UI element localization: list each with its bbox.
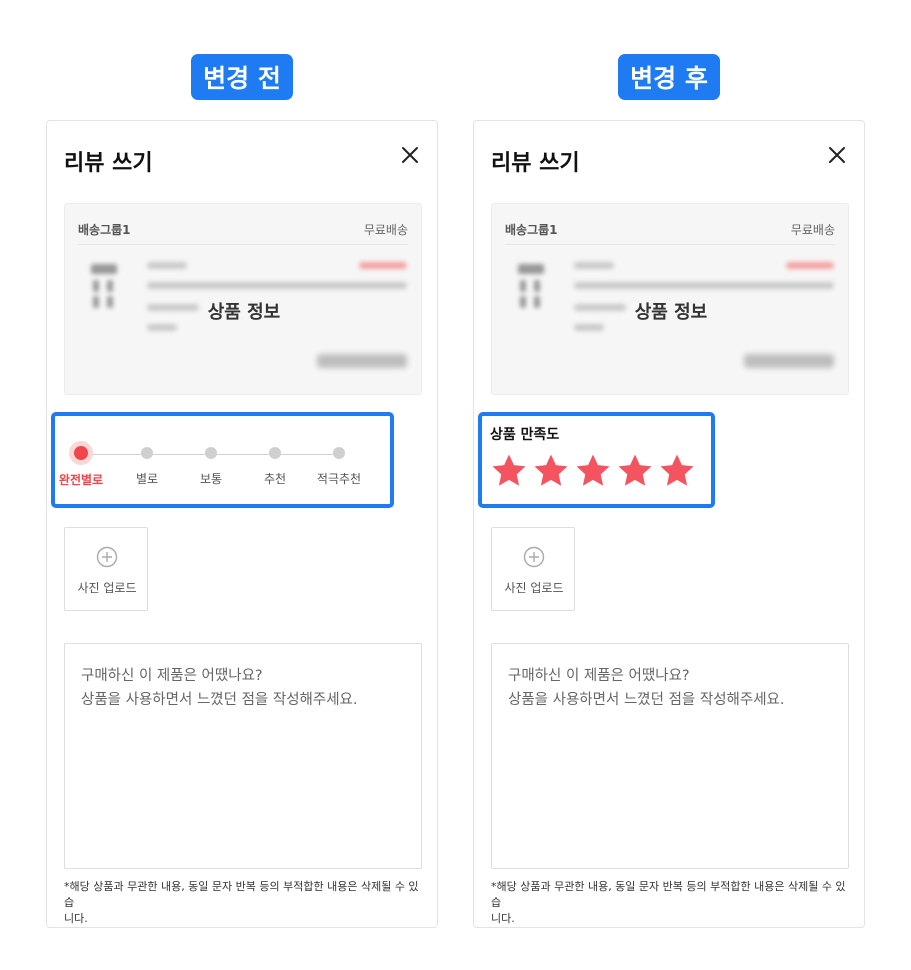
shipping-group: 배송그룹1 [505,223,558,237]
placeholder-line-1: 구매하신 이 제품은 어땠나요? [81,668,263,684]
shipping-type: 무료배송 [363,223,408,237]
rating-scale-highlight: 완전별로 별로 보통 추천 적극추천 [51,412,394,508]
rating-label: 보통 [199,472,223,486]
placeholder-line-2: 상품을 사용하면서 느꼈던 점을 작성해주세요. [508,692,785,708]
product-info-card: 배송그룹1 무료배송 상품 정보 [64,203,422,395]
product-info-label: 상품 정보 [207,302,281,323]
star-icon[interactable] [490,452,528,490]
rating-dot [141,447,153,459]
before-label: 변경 전 [191,54,293,100]
photo-upload-button[interactable]: 사진 업로드 [491,527,575,611]
review-textarea[interactable]: 구매하신 이 제품은 어땠나요? 상품을 사용하면서 느꼈던 점을 작성해주세요… [64,643,422,869]
policy-note: *해당 상품과 무관한 내용, 동일 문자 반복 등의 부적합한 내용은 삭제될… [491,879,851,927]
review-modal-before: 리뷰 쓰기 배송그룹1 무료배송 상품 정보 완전별로 별로 보통 추천 적극추… [46,120,438,928]
upload-label: 사진 업로드 [77,581,137,595]
star-rating [490,452,696,490]
satisfaction-title: 상품 만족도 [490,427,560,443]
rating-option-1[interactable]: 완전별로 [49,446,113,488]
star-icon[interactable] [616,452,654,490]
shipping-type: 무료배송 [790,223,835,237]
modal-title: 리뷰 쓰기 [491,151,580,176]
satisfaction-highlight: 상품 만족도 [478,412,715,508]
product-info-card: 배송그룹1 무료배송 상품 정보 [491,203,849,395]
star-icon[interactable] [574,452,612,490]
blurred-text [574,324,604,331]
blurred-price [317,354,407,368]
review-modal-after: 리뷰 쓰기 배송그룹1 무료배송 상품 정보 상품 만족도 사진 업로드 구매하… [473,120,865,928]
plus-circle-icon [523,546,545,568]
star-icon[interactable] [532,452,570,490]
placeholder-line-1: 구매하신 이 제품은 어땠나요? [508,668,690,684]
rating-dot [205,447,217,459]
rating-label: 추천 [263,472,287,486]
rating-option-2[interactable]: 별로 [115,447,179,487]
blurred-text [574,282,834,289]
blurred-text [359,262,407,269]
placeholder-line-2: 상품을 사용하면서 느꼈던 점을 작성해주세요. [81,692,358,708]
product-info-label: 상품 정보 [634,302,708,323]
divider [78,244,408,245]
blurred-text [786,262,834,269]
rating-option-5[interactable]: 적극추천 [307,447,371,487]
policy-note-line-1: *해당 상품과 무관한 내용, 동일 문자 반복 등의 부적합한 내용은 삭제될… [491,880,846,909]
plus-circle-icon [96,546,118,568]
rating-option-4[interactable]: 추천 [243,447,307,487]
policy-note-line-2: 니다. [64,912,88,925]
policy-note-line-1: *해당 상품과 무관한 내용, 동일 문자 반복 등의 부적합한 내용은 삭제될… [64,880,419,909]
review-textarea[interactable]: 구매하신 이 제품은 어땠나요? 상품을 사용하면서 느꼈던 점을 작성해주세요… [491,643,849,869]
policy-note-line-2: 니다. [491,912,515,925]
shipping-group: 배송그룹1 [78,223,131,237]
blurred-price [744,354,834,368]
blurred-text [147,282,407,289]
rating-option-3[interactable]: 보통 [179,447,243,487]
close-icon[interactable] [400,145,420,165]
rating-label: 완전별로 [58,473,104,487]
modal-title: 리뷰 쓰기 [64,151,153,176]
blurred-text [147,262,187,269]
rating-dot [269,447,281,459]
after-label: 변경 후 [618,54,720,100]
blurred-text [147,324,177,331]
close-icon[interactable] [827,145,847,165]
photo-upload-button[interactable]: 사진 업로드 [64,527,148,611]
rating-dot-selected [74,446,88,460]
policy-note: *해당 상품과 무관한 내용, 동일 문자 반복 등의 부적합한 내용은 삭제될… [64,879,424,927]
upload-label: 사진 업로드 [504,581,564,595]
rating-dot [333,447,345,459]
rating-label: 적극추천 [316,472,362,486]
rating-label: 별로 [135,472,159,486]
divider [505,244,835,245]
star-icon[interactable] [658,452,696,490]
blurred-text [574,262,614,269]
